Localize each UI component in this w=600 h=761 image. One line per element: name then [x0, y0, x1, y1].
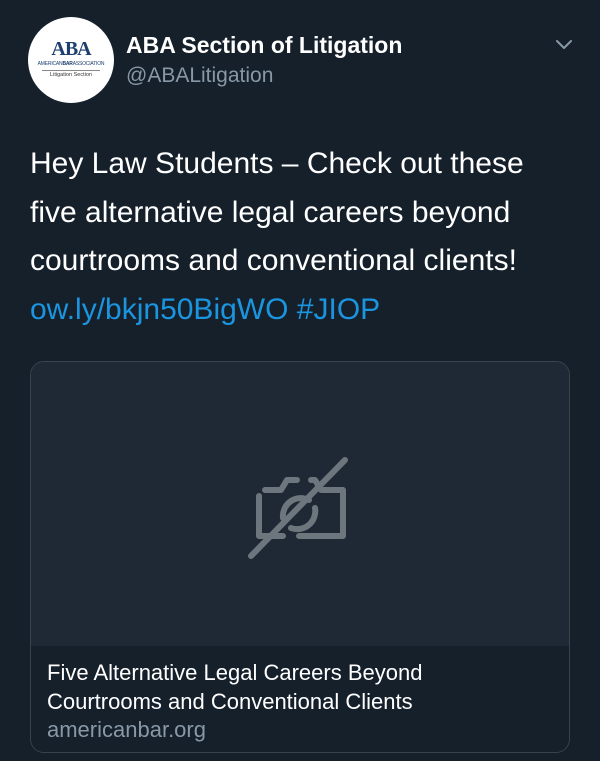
card-domain: americanbar.org: [47, 717, 206, 742]
author-handle[interactable]: @ABALitigation: [126, 62, 273, 90]
image-unavailable-icon: [248, 457, 348, 559]
tweet-links-line: ow.ly/bkjn50BigWO #JIOP: [30, 286, 590, 335]
link-preview-card[interactable]: Five Alternative Legal Careers Beyond Cou…: [30, 361, 570, 753]
tweet-link[interactable]: ow.ly/bkjn50BigWO: [30, 293, 288, 326]
card-footer[interactable]: Five Alternative Legal Careers Beyond Cou…: [31, 646, 569, 752]
card-title: Five Alternative Legal Careers Beyond Cou…: [47, 660, 423, 714]
tweet[interactable]: ABA AMERICANBARASSOCIATION Litigation Se…: [0, 0, 600, 761]
tweet-text-line: courtrooms and conventional clients!: [30, 244, 517, 277]
aba-logo-mark: ABA: [51, 38, 91, 60]
chevron-down-icon[interactable]: [552, 35, 576, 55]
tweet-text-line: five alternative legal careers beyond: [30, 195, 511, 229]
hashtag-link[interactable]: #JIOP: [297, 293, 380, 326]
aba-logo-section-text: Litigation Section: [42, 70, 100, 79]
aba-logo-org-text: AMERICANBARASSOCIATION: [37, 61, 105, 67]
tweet-text: Hey Law Students – Check out these five …: [30, 140, 590, 334]
avatar[interactable]: ABA AMERICANBARASSOCIATION Litigation Se…: [28, 17, 114, 103]
author-display-name[interactable]: ABA Section of Litigation: [126, 31, 402, 59]
tweet-text-line: Hey Law Students – Check out these: [30, 147, 524, 180]
card-image-placeholder[interactable]: [31, 362, 569, 646]
